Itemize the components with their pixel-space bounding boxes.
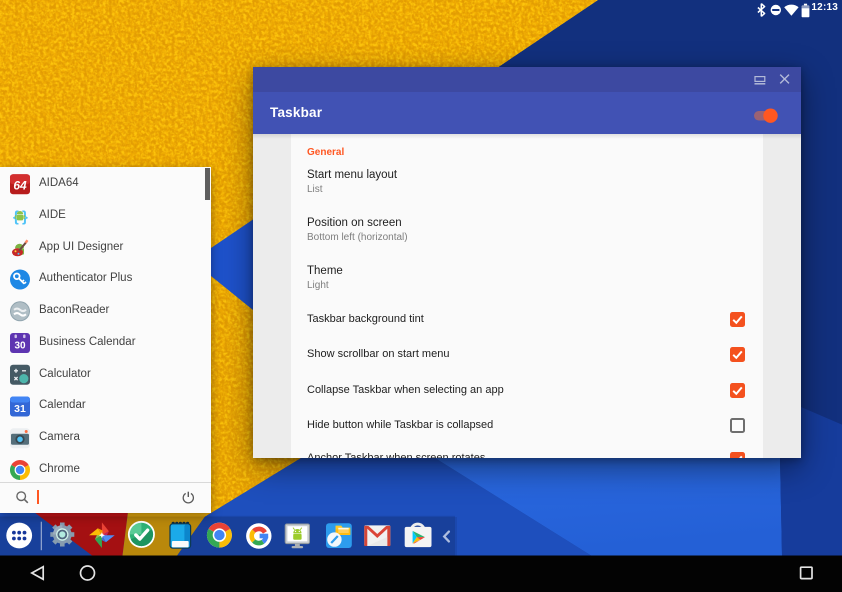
svg-text:30: 30 <box>14 341 26 352</box>
svg-text:64: 64 <box>13 178 27 192</box>
svg-text:31: 31 <box>14 403 26 415</box>
